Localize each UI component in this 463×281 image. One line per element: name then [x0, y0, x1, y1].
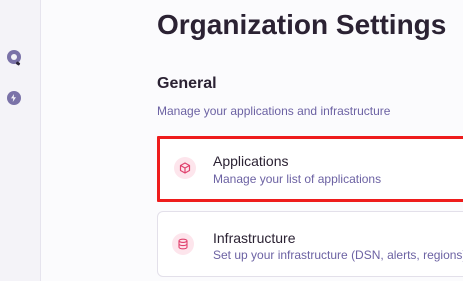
applications-title: Applications — [213, 153, 289, 169]
left-rail — [0, 0, 41, 281]
page-title: Organization Settings — [157, 9, 447, 40]
infrastructure-card[interactable]: Infrastructure Set up your infrastructur… — [157, 211, 463, 277]
database-icon — [172, 233, 194, 255]
section-description: Manage your applications and infrastruct… — [157, 104, 391, 118]
applications-card[interactable]: Applications Manage your list of applica… — [157, 136, 463, 202]
cube-icon — [174, 157, 196, 179]
section-title: General — [157, 75, 217, 92]
location-pin-icon[interactable] — [7, 50, 21, 64]
lightning-icon[interactable] — [7, 91, 21, 105]
infrastructure-description: Set up your infrastructure (DSN, alerts,… — [213, 248, 463, 262]
infrastructure-title: Infrastructure — [213, 230, 296, 246]
applications-description: Manage your list of applications — [213, 172, 382, 186]
